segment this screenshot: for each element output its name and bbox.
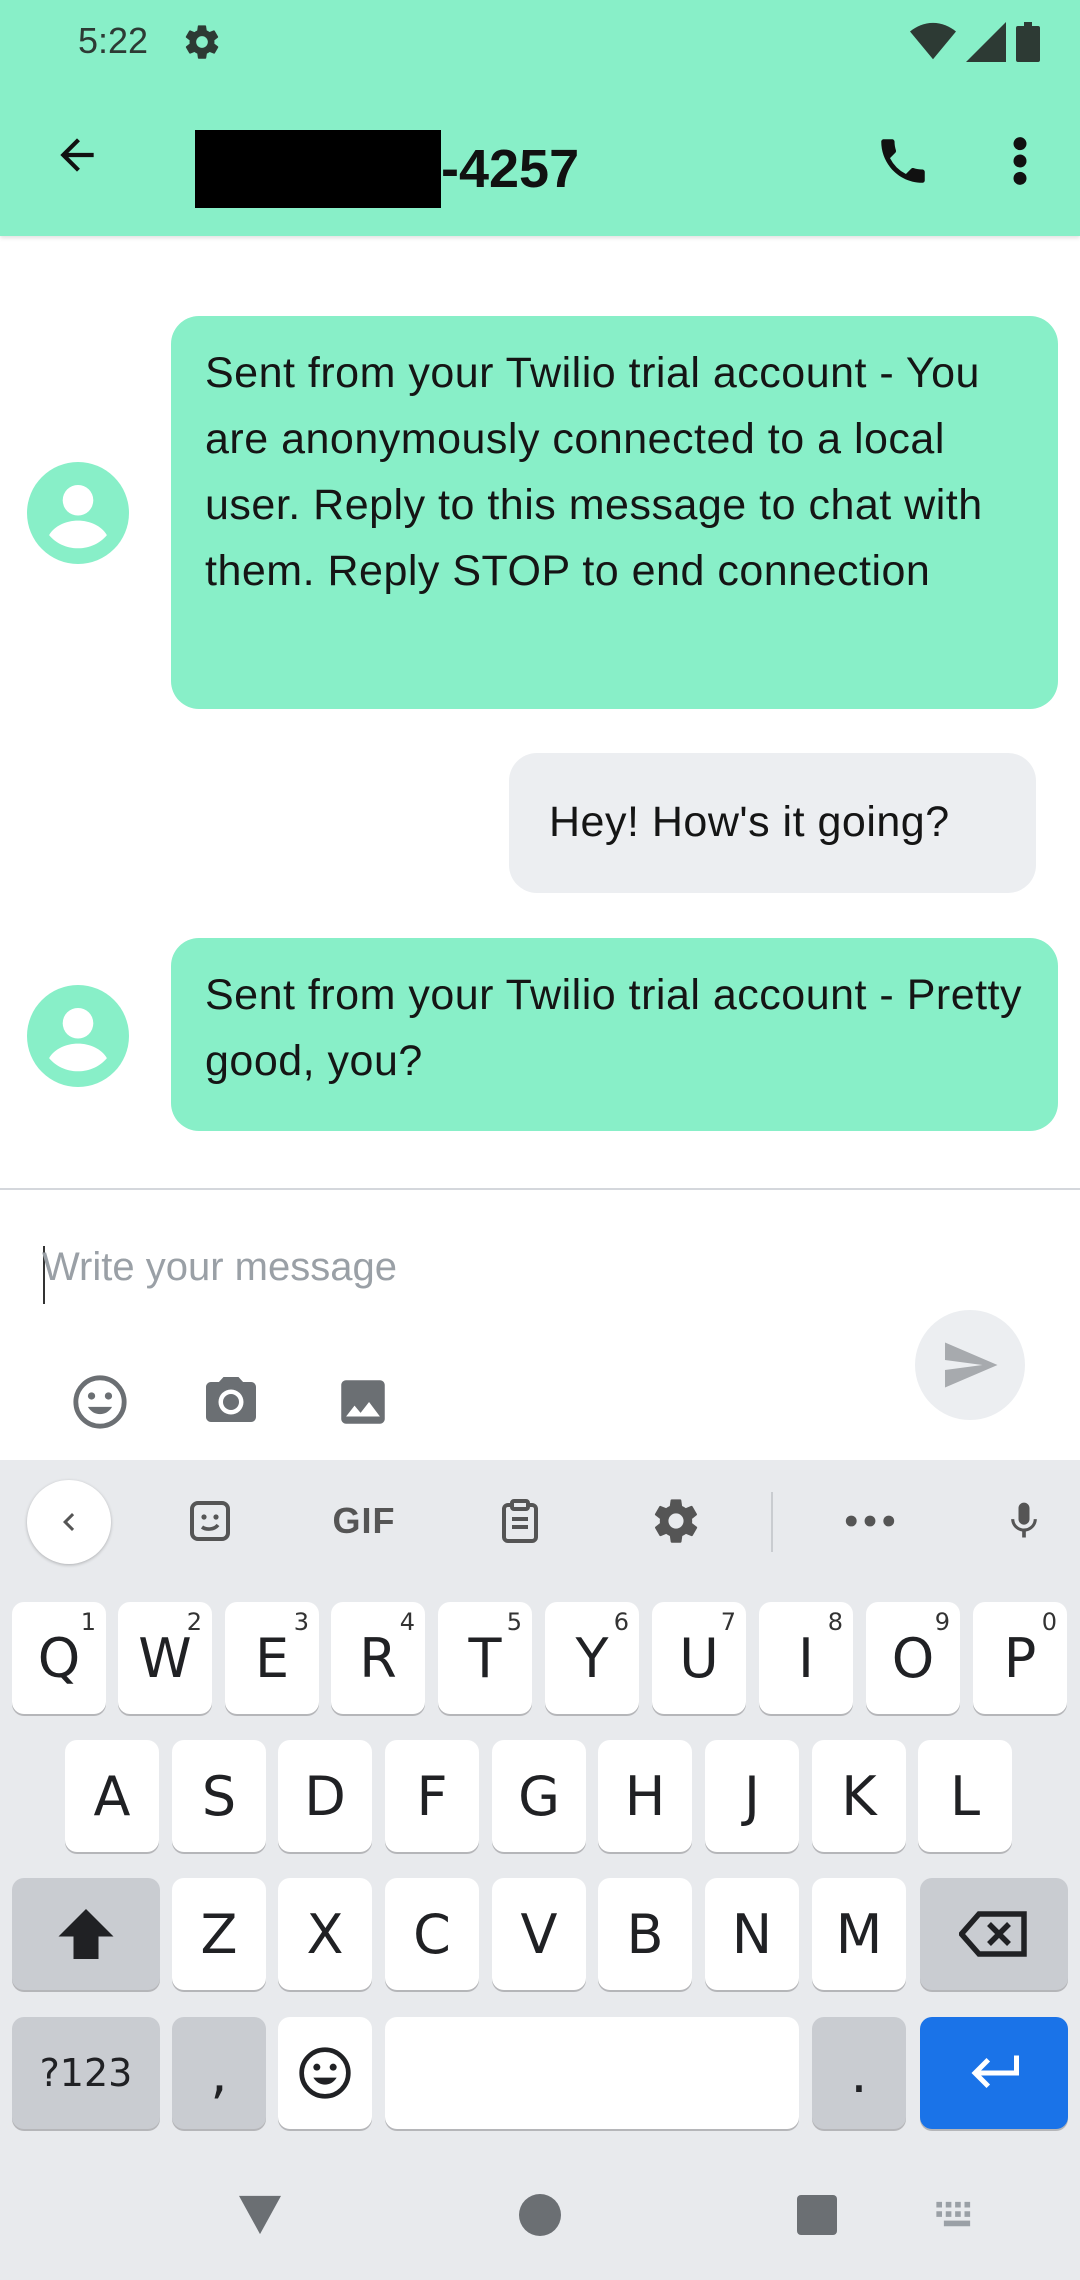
emoji-icon xyxy=(299,2047,351,2099)
gallery-button[interactable] xyxy=(333,1372,393,1432)
arrow-back-icon xyxy=(60,138,94,172)
shift-key[interactable] xyxy=(12,1878,160,1990)
key-r[interactable]: R4 xyxy=(331,1602,425,1714)
battery-icon xyxy=(1016,22,1040,62)
send-icon xyxy=(945,1342,998,1388)
key-b[interactable]: B xyxy=(598,1878,692,1990)
send-button[interactable] xyxy=(915,1310,1025,1420)
key-l[interactable]: L xyxy=(918,1740,1012,1852)
key-z[interactable]: Z xyxy=(172,1878,266,1990)
settings-status-icon xyxy=(185,25,219,59)
key-o[interactable]: O9 xyxy=(866,1602,960,1714)
keyboard-toolbar: GIF xyxy=(0,1460,1080,1580)
key-y[interactable]: Y6 xyxy=(545,1602,639,1714)
key-e[interactable]: E3 xyxy=(225,1602,319,1714)
message-bubble-outgoing[interactable]: Hey! How's it going? xyxy=(509,753,1036,893)
backspace-key[interactable] xyxy=(920,1878,1068,1990)
keyboard-settings-button[interactable] xyxy=(646,1486,706,1556)
message-bubble-incoming[interactable]: Sent from your Twilio trial account - Pr… xyxy=(171,938,1058,1131)
wifi-icon xyxy=(910,22,956,60)
redacted-name-block xyxy=(195,130,441,208)
key-s[interactable]: S xyxy=(172,1740,266,1852)
key-t[interactable]: T5 xyxy=(438,1602,532,1714)
camera-button[interactable] xyxy=(201,1372,261,1432)
key-x[interactable]: X xyxy=(278,1878,372,1990)
keyboard: GIF Q1 W2 E3 R4 T5 Y6 U7 I8 O9 P0 A S D … xyxy=(0,1460,1080,2280)
contact-title: -4257 xyxy=(441,139,580,199)
enter-key[interactable] xyxy=(920,2017,1068,2129)
sticker-button[interactable] xyxy=(180,1486,240,1556)
key-w[interactable]: W2 xyxy=(118,1602,212,1714)
emoji-icon xyxy=(73,1375,127,1429)
more-vert-icon xyxy=(1013,137,1027,185)
recents-square-icon xyxy=(797,2195,837,2235)
key-h[interactable]: H xyxy=(598,1740,692,1852)
nav-home-button[interactable] xyxy=(518,2190,562,2240)
signal-icon xyxy=(966,22,1006,62)
key-m[interactable]: M xyxy=(812,1878,906,1990)
key-u[interactable]: U7 xyxy=(652,1602,746,1714)
contact-avatar-icon xyxy=(27,462,129,564)
key-a[interactable]: A xyxy=(65,1740,159,1852)
nav-back-triangle-icon xyxy=(239,2195,281,2235)
symbols-key[interactable]: ?123 xyxy=(12,2017,160,2129)
more-tools-button[interactable] xyxy=(840,1486,900,1556)
image-icon xyxy=(341,1380,385,1424)
keyboard-icon xyxy=(936,2201,971,2227)
key-k[interactable]: K xyxy=(812,1740,906,1852)
back-button[interactable] xyxy=(42,120,112,190)
backspace-icon xyxy=(959,1911,1027,1957)
keyboard-switch-button[interactable] xyxy=(932,2190,982,2240)
clipboard-button[interactable] xyxy=(490,1486,550,1556)
camera-icon xyxy=(206,1377,256,1422)
more-horiz-icon xyxy=(845,1515,895,1527)
key-f[interactable]: F xyxy=(385,1740,479,1852)
message-input[interactable]: Write your message xyxy=(42,1245,397,1290)
status-time: 5:22 xyxy=(78,20,149,61)
gear-icon xyxy=(654,1499,698,1543)
key-n[interactable]: N xyxy=(705,1878,799,1990)
key-c[interactable]: C xyxy=(385,1878,479,1990)
key-i[interactable]: I8 xyxy=(759,1602,853,1714)
contact-avatar-icon xyxy=(27,985,129,1087)
key-q[interactable]: Q1 xyxy=(12,1602,106,1714)
home-circle-icon xyxy=(519,2194,561,2236)
more-options-button[interactable] xyxy=(1000,126,1040,196)
key-j[interactable]: J xyxy=(705,1740,799,1852)
nav-back-button[interactable] xyxy=(235,2190,285,2240)
key-v[interactable]: V xyxy=(492,1878,586,1990)
sticker-icon xyxy=(190,1501,230,1541)
emoji-key[interactable] xyxy=(278,2017,372,2129)
voice-input-button[interactable] xyxy=(994,1486,1054,1556)
mic-icon xyxy=(1011,1502,1037,1538)
phone-icon xyxy=(881,139,925,183)
system-nav-bar xyxy=(0,2170,1080,2280)
key-d[interactable]: D xyxy=(278,1740,372,1852)
shift-icon xyxy=(58,1909,114,1959)
status-indicators xyxy=(910,22,1040,62)
comma-key[interactable]: , xyxy=(172,2017,266,2129)
key-g[interactable]: G xyxy=(492,1740,586,1852)
keyboard-collapse-button[interactable] xyxy=(27,1480,111,1564)
message-bubble-incoming[interactable]: Sent from your Twilio trial account - Yo… xyxy=(171,316,1058,709)
app-bar: 5:22 -4257 xyxy=(0,0,1080,236)
enter-icon xyxy=(971,2055,1019,2088)
key-p[interactable]: P0 xyxy=(973,1602,1067,1714)
chevron-left-icon xyxy=(63,1513,75,1531)
divider xyxy=(0,1188,1080,1190)
call-button[interactable] xyxy=(868,126,938,196)
gif-button[interactable]: GIF xyxy=(324,1486,404,1556)
nav-recents-button[interactable] xyxy=(795,2190,839,2240)
emoji-button[interactable] xyxy=(70,1372,130,1432)
clipboard-icon xyxy=(502,1499,538,1543)
period-key[interactable]: . xyxy=(812,2017,906,2129)
space-key[interactable] xyxy=(385,2017,799,2129)
toolbar-separator xyxy=(771,1492,773,1552)
